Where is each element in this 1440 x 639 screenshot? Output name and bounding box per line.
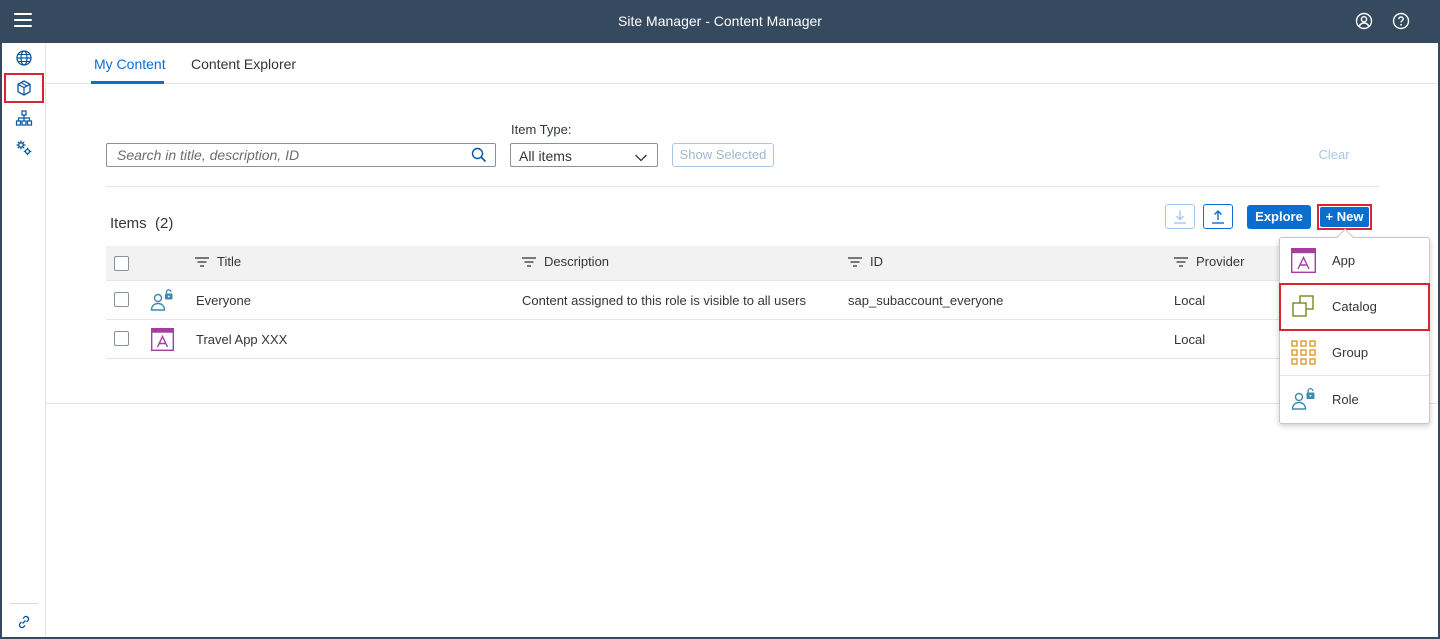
filter-lines-icon xyxy=(522,256,536,267)
globe-icon[interactable] xyxy=(4,43,44,73)
active-tab-indicator xyxy=(91,81,164,84)
column-header-title[interactable]: Title xyxy=(195,254,241,269)
explore-button[interactable]: Explore xyxy=(1247,205,1311,229)
row-provider: Local xyxy=(1174,293,1206,308)
column-header-description[interactable]: Description xyxy=(522,254,609,269)
tab-my-content[interactable]: My Content xyxy=(94,56,166,72)
sidenav-separator xyxy=(10,603,38,604)
new-button[interactable]: + New xyxy=(1317,204,1372,230)
menu-item-label: Group xyxy=(1332,345,1369,360)
row-checkbox[interactable] xyxy=(114,292,129,307)
column-header-id[interactable]: ID xyxy=(848,254,883,269)
item-type-select[interactable]: All items xyxy=(510,143,658,167)
search-icon[interactable] xyxy=(471,147,487,168)
menu-item-group[interactable]: Group xyxy=(1280,330,1429,376)
catalog-icon xyxy=(1291,294,1316,324)
sitemap-icon[interactable] xyxy=(4,103,44,133)
upload-icon xyxy=(1212,209,1224,224)
side-navigation xyxy=(2,43,46,637)
row-id: sap_subaccount_everyone xyxy=(848,293,1004,308)
content-bottom-divider xyxy=(46,403,1438,404)
download-button[interactable] xyxy=(1165,204,1195,229)
app-icon xyxy=(1290,247,1317,278)
group-icon xyxy=(1291,340,1316,370)
items-title: Items xyxy=(110,215,147,232)
menu-item-catalog[interactable]: Catalog xyxy=(1279,283,1430,331)
row-checkbox[interactable] xyxy=(114,331,129,346)
filter-lines-icon xyxy=(195,256,209,267)
row-title: Everyone xyxy=(196,293,251,308)
menu-item-app[interactable]: App xyxy=(1280,238,1429,284)
tab-content-explorer[interactable]: Content Explorer xyxy=(191,56,296,72)
user-profile-icon[interactable] xyxy=(1355,12,1373,30)
clear-button[interactable]: Clear xyxy=(1310,147,1358,162)
help-icon[interactable] xyxy=(1392,12,1410,30)
table-header: Title Description ID Provider xyxy=(106,246,1379,281)
new-button-label: + New xyxy=(1320,207,1369,227)
filter-lines-icon xyxy=(848,256,862,267)
item-type-label: Item Type: xyxy=(511,122,572,137)
items-heading: Items (2) xyxy=(110,215,173,232)
content-manager-cube-icon[interactable] xyxy=(4,73,44,103)
upload-button[interactable] xyxy=(1203,204,1233,229)
column-header-provider[interactable]: Provider xyxy=(1174,254,1244,269)
table-row[interactable]: Everyone Content assigned to this role i… xyxy=(106,281,1379,320)
item-type-value: All items xyxy=(519,148,572,164)
row-description: Content assigned to this role is visible… xyxy=(522,293,806,308)
new-item-menu: App Catalog Group Role xyxy=(1279,237,1430,424)
menu-item-role[interactable]: Role xyxy=(1280,377,1429,423)
tab-bar: My Content Content Explorer xyxy=(46,43,1438,84)
items-count: (2) xyxy=(155,215,174,232)
search-field[interactable] xyxy=(106,143,496,167)
filter-lines-icon xyxy=(1174,256,1188,267)
row-provider: Local xyxy=(1174,332,1206,347)
download-icon xyxy=(1174,210,1186,224)
settings-gears-icon[interactable] xyxy=(4,133,44,163)
show-selected-button[interactable]: Show Selected xyxy=(672,143,774,167)
role-icon xyxy=(150,289,174,318)
shell-title: Site Manager - Content Manager xyxy=(618,13,822,29)
role-icon xyxy=(1291,387,1316,417)
chevron-down-icon xyxy=(634,150,648,168)
table-row[interactable]: Travel App XXX Local xyxy=(106,320,1379,359)
menu-item-label: Role xyxy=(1332,392,1359,407)
search-input[interactable] xyxy=(107,144,457,166)
filter-divider xyxy=(106,186,1379,187)
link-icon[interactable] xyxy=(4,607,44,637)
menu-item-label: App xyxy=(1332,253,1356,268)
row-title: Travel App XXX xyxy=(196,332,288,347)
menu-item-label: Catalog xyxy=(1332,299,1377,314)
shell-bar: Site Manager - Content Manager xyxy=(0,0,1440,43)
select-all-checkbox[interactable] xyxy=(114,256,129,271)
app-icon xyxy=(150,327,175,356)
